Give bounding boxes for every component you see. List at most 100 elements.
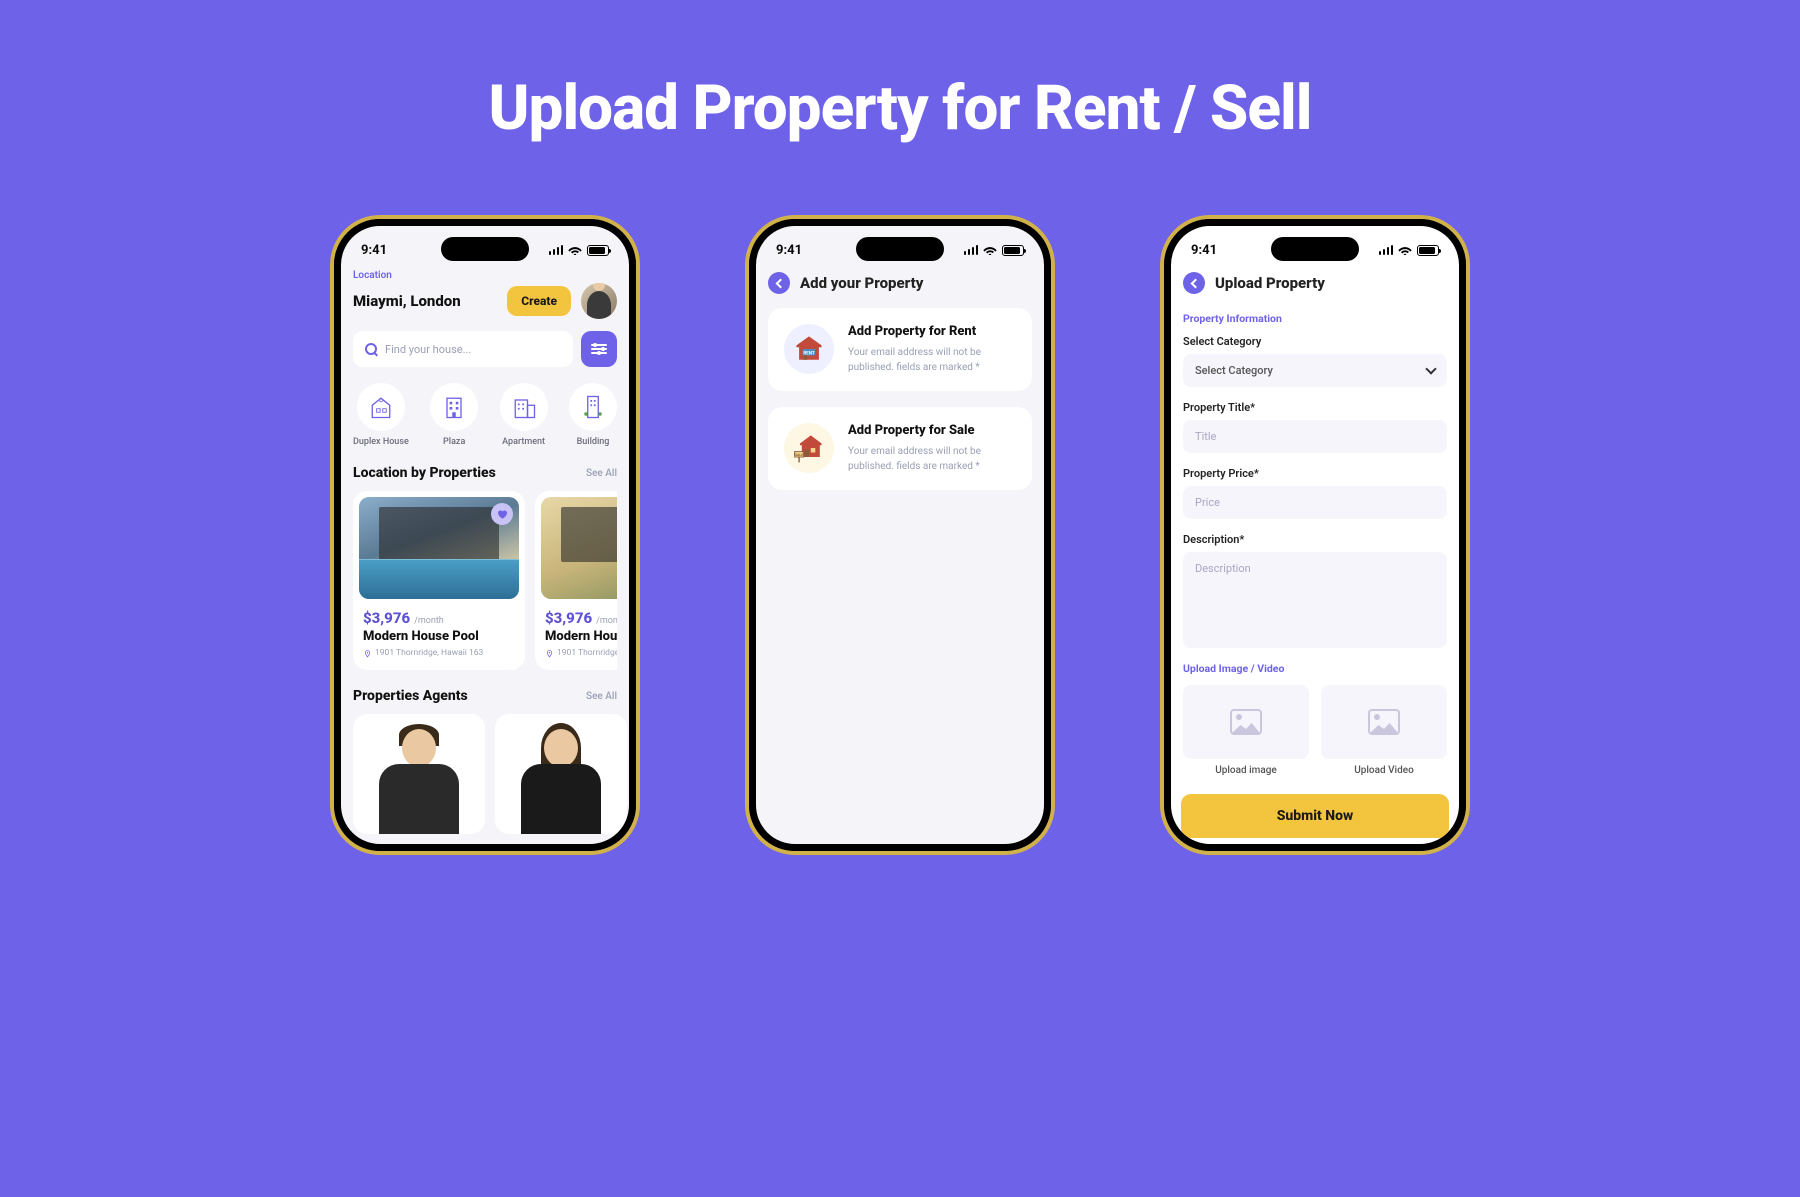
filter-button[interactable]	[581, 331, 617, 367]
category-building[interactable]: Building	[569, 383, 617, 447]
property-address: 1901 Thornridge, Hawaii 163	[375, 648, 483, 658]
option-desc: Your email address will not be published…	[848, 345, 1016, 375]
screen-title: Upload Property	[1215, 274, 1325, 292]
signal-icon	[549, 245, 564, 255]
price-label: Property Price*	[1183, 467, 1447, 480]
property-card[interactable]: $3,976 /month Modern House Pool 1901 Tho…	[353, 491, 525, 670]
dynamic-island	[441, 237, 529, 261]
apartment-icon	[510, 393, 538, 421]
price-period: /month	[414, 616, 444, 626]
property-price: $3,976	[363, 609, 410, 627]
plaza-icon	[440, 393, 468, 421]
option-title: Add Property for Sale	[848, 423, 1016, 438]
title-label: Property Title*	[1183, 401, 1447, 414]
image-icon	[1368, 709, 1400, 735]
pin-icon	[545, 649, 554, 658]
upload-video-slot[interactable]	[1321, 685, 1447, 759]
price-input[interactable]: Price	[1183, 486, 1447, 519]
submit-button[interactable]: Submit Now	[1181, 794, 1449, 838]
description-input[interactable]: Description	[1183, 552, 1447, 648]
category-label: Apartment	[502, 437, 545, 447]
property-image	[359, 497, 519, 599]
see-all-properties[interactable]: See All	[586, 468, 617, 479]
battery-icon	[1002, 245, 1024, 256]
user-avatar[interactable]	[581, 283, 617, 319]
search-placeholder: Find your house...	[385, 343, 471, 356]
heart-icon	[496, 508, 508, 520]
upload-section-label: Upload Image / Video	[1183, 662, 1447, 675]
section-properties-title: Location by Properties	[353, 465, 496, 481]
back-button[interactable]	[768, 272, 790, 294]
agent-card[interactable]	[495, 714, 627, 834]
status-time: 9:41	[361, 243, 387, 258]
image-icon	[1230, 709, 1262, 735]
category-label: Plaza	[443, 437, 465, 447]
location-value[interactable]: Miaymi, London	[353, 292, 461, 310]
screen-title: Add your Property	[800, 274, 923, 292]
title-input[interactable]: Title	[1183, 420, 1447, 453]
wifi-icon	[1398, 245, 1412, 255]
favorite-button[interactable]	[491, 503, 513, 525]
option-sale[interactable]: SALE Add Property for Sale Your email ad…	[768, 407, 1032, 490]
category-duplex[interactable]: Duplex House	[353, 383, 409, 447]
category-label: Building	[577, 437, 610, 447]
category-plaza[interactable]: Plaza	[430, 383, 478, 447]
chevron-left-icon	[1190, 278, 1200, 288]
select-placeholder: Select Category	[1195, 364, 1273, 377]
option-desc: Your email address will not be published…	[848, 444, 1016, 474]
categories-row: Duplex House Plaza Apartment Building	[353, 383, 617, 447]
property-price: $3,976	[545, 609, 592, 627]
see-all-agents[interactable]: See All	[586, 691, 617, 702]
status-time: 9:41	[1191, 243, 1217, 258]
building-icon	[579, 393, 607, 421]
upload-video-label: Upload Video	[1321, 765, 1447, 776]
property-image	[541, 497, 617, 599]
description-label: Description*	[1183, 533, 1447, 546]
sliders-icon	[591, 344, 607, 354]
upload-labels: Upload image Upload Video	[1183, 765, 1447, 776]
phone-add-property: 9:41 Add your Property RENT Ad	[745, 215, 1055, 855]
category-select[interactable]: Select Category	[1183, 354, 1447, 387]
svg-text:SALE: SALE	[795, 453, 804, 457]
dynamic-island	[1271, 237, 1359, 261]
search-icon	[365, 343, 377, 355]
phone-home: 9:41 Location Miaymi, London Create	[330, 215, 640, 855]
option-title: Add Property for Rent	[848, 324, 1016, 339]
agent-card[interactable]	[353, 714, 485, 834]
dynamic-island	[856, 237, 944, 261]
option-rent[interactable]: RENT Add Property for Rent Your email ad…	[768, 308, 1032, 391]
battery-icon	[1417, 245, 1439, 256]
price-period: /month	[596, 616, 617, 626]
create-button[interactable]: Create	[507, 286, 571, 316]
page-title: Upload Property for Rent / Sell	[0, 0, 1800, 145]
select-category-label: Select Category	[1183, 335, 1447, 348]
house-rent-icon: RENT	[791, 331, 827, 367]
status-time: 9:41	[776, 243, 802, 258]
back-button[interactable]	[1183, 272, 1205, 294]
signal-icon	[964, 245, 979, 255]
property-cards: $3,976 /month Modern House Pool 1901 Tho…	[353, 491, 617, 670]
category-apartment[interactable]: Apartment	[500, 383, 548, 447]
battery-icon	[587, 245, 609, 256]
phones-container: 9:41 Location Miaymi, London Create	[0, 215, 1800, 855]
pin-icon	[363, 649, 372, 658]
upload-image-slot[interactable]	[1183, 685, 1309, 759]
house-sale-icon: SALE	[791, 430, 827, 466]
wifi-icon	[568, 245, 582, 255]
section-agents-title: Properties Agents	[353, 688, 468, 704]
signal-icon	[1379, 245, 1394, 255]
property-title: Modern House Pool	[359, 627, 519, 644]
property-title: Modern House	[541, 627, 617, 644]
location-label: Location	[353, 270, 617, 281]
property-info-label: Property Information	[1183, 312, 1447, 325]
search-input[interactable]: Find your house...	[353, 331, 573, 367]
agents-row	[353, 714, 617, 834]
category-label: Duplex House	[353, 437, 409, 447]
duplex-icon	[367, 393, 395, 421]
upload-image-label: Upload image	[1183, 765, 1309, 776]
chevron-down-icon	[1425, 363, 1436, 374]
wifi-icon	[983, 245, 997, 255]
phone-upload-property: 9:41 Upload Property Property Informatio…	[1160, 215, 1470, 855]
property-card[interactable]: $3,976 /month Modern House 1901 Thornrid…	[535, 491, 617, 670]
property-address: 1901 Thornridge,	[557, 648, 617, 658]
